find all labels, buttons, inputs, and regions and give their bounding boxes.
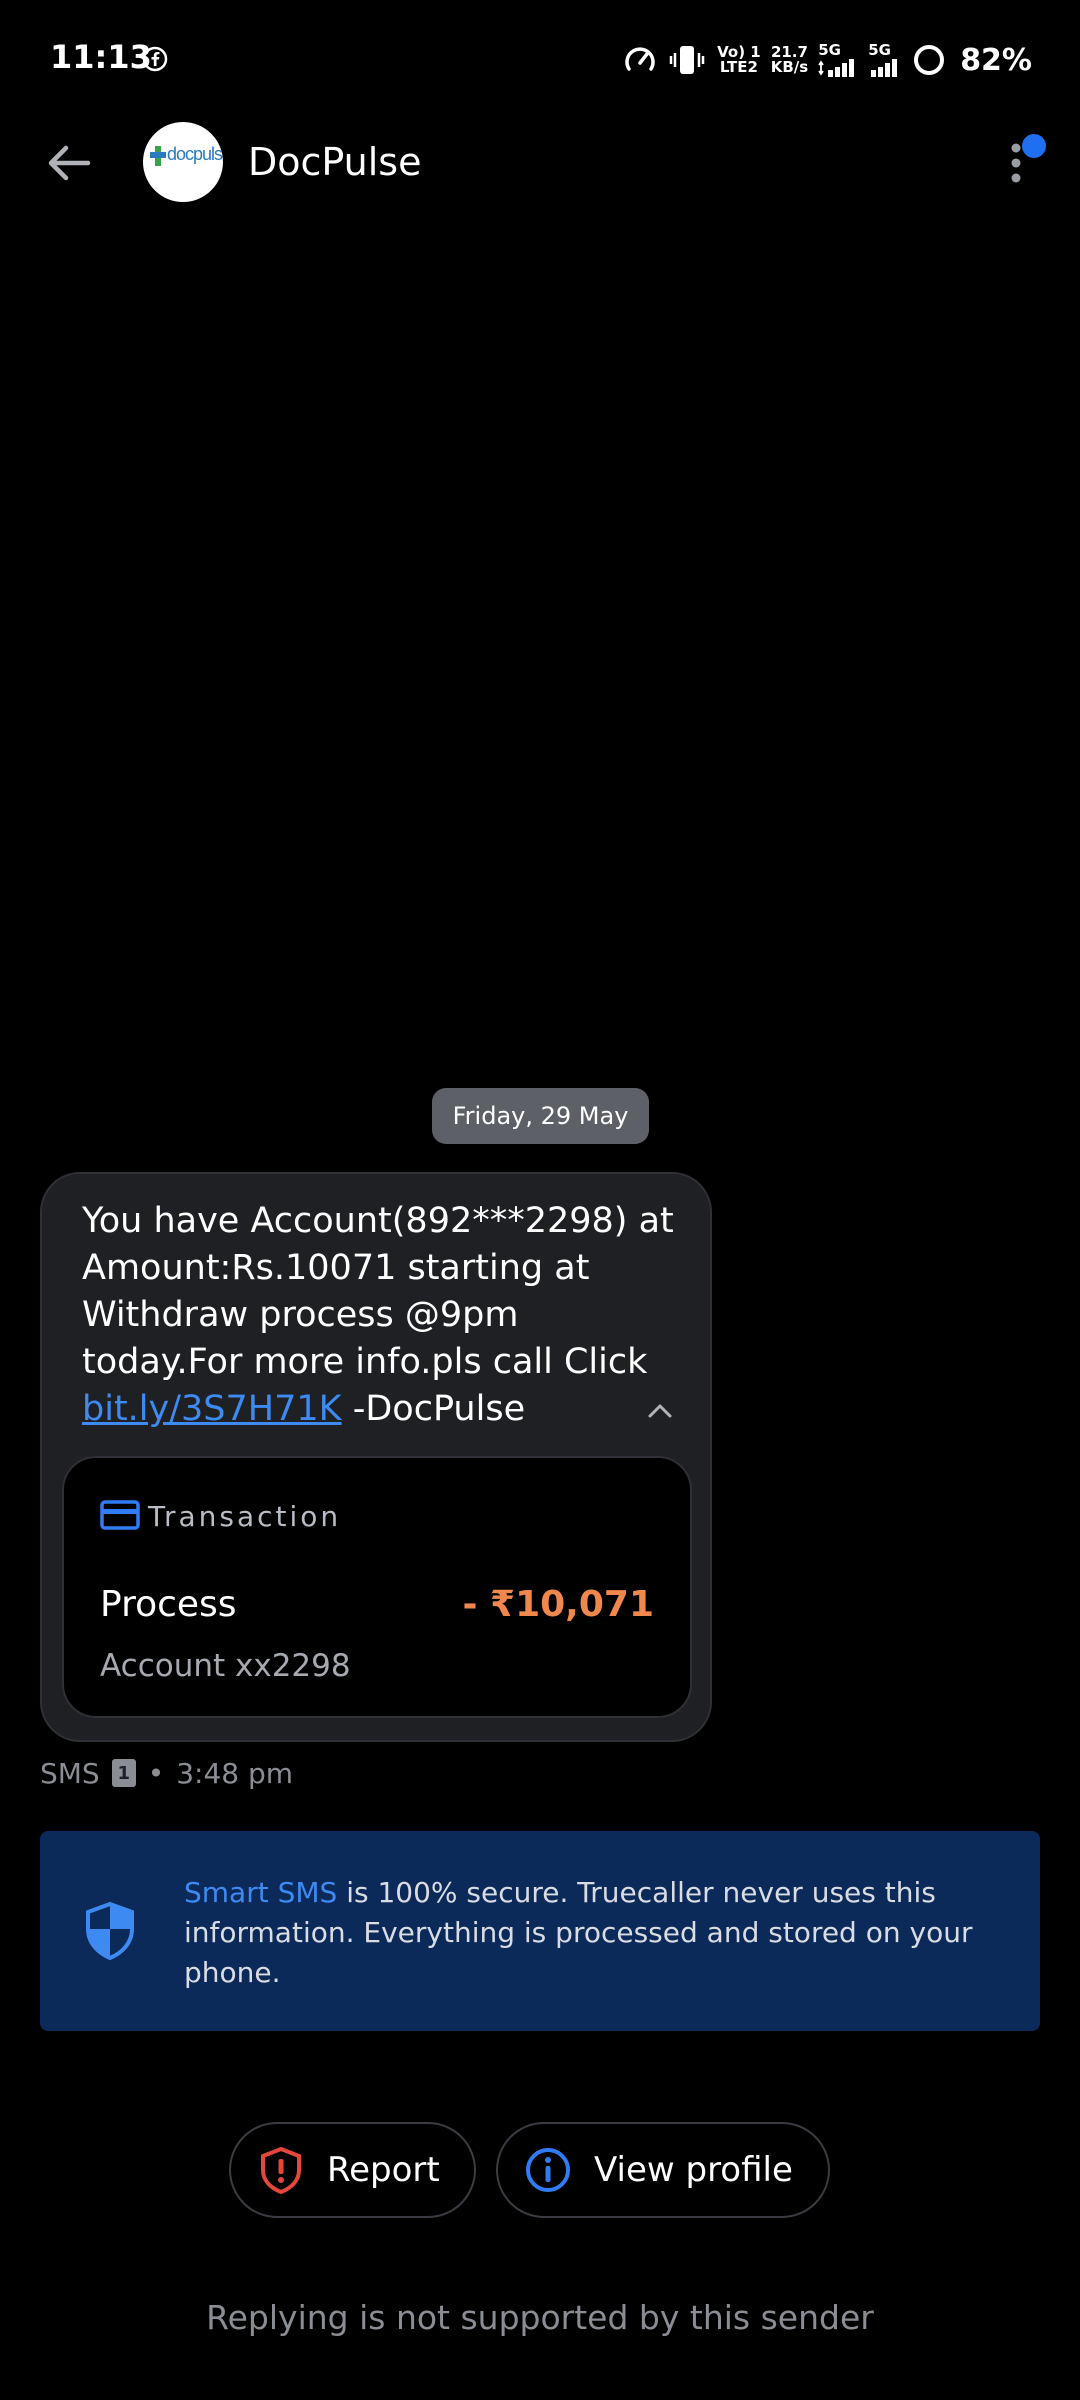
smart-sms-link[interactable]: Smart SMS (184, 1876, 337, 1909)
arrow-left-icon[interactable] (42, 138, 96, 188)
meta-separator: • (147, 1756, 165, 1790)
message-body: You have Account(892***2298) at Amount:R… (82, 1201, 674, 1382)
credit-card-icon (100, 1500, 140, 1530)
message-channel: SMS (40, 1756, 100, 1790)
smart-sms-text: Smart SMS is 100% secure. Truecaller nev… (184, 1873, 1014, 1993)
signal-bars-icon (871, 58, 898, 77)
sender-avatar[interactable]: docpulse (143, 122, 223, 202)
battery-percent: 82% (960, 42, 1032, 78)
sender-name[interactable]: DocPulse (248, 140, 421, 184)
volte-indicator: Vo) 1 LTE2 (717, 43, 761, 76)
message-link[interactable]: bit.ly/3S7H71K (82, 1389, 342, 1429)
transaction-label: Transaction (148, 1500, 342, 1533)
message-signature: -DocPulse (341, 1389, 526, 1429)
alert-shield-icon (261, 2146, 301, 2194)
status-time: 11:13 (50, 38, 152, 76)
chevron-up-icon[interactable] (646, 1400, 674, 1420)
report-label: Report (327, 2150, 440, 2190)
reply-unsupported-note: Replying is not supported by this sender (206, 2298, 874, 2337)
view-profile-label: View profile (594, 2150, 793, 2190)
transaction-title: Process (100, 1584, 237, 1625)
signal-sim2: 5G (868, 42, 902, 78)
transaction-amount: - ₹10,071 (462, 1584, 654, 1625)
notification-dot (1022, 134, 1046, 158)
transaction-card[interactable]: Transaction Process - ₹10,071 Account xx… (62, 1456, 692, 1718)
view-profile-button[interactable]: View profile (496, 2122, 830, 2218)
data-saver-icon (625, 47, 655, 71)
date-separator: Friday, 29 May (432, 1088, 649, 1144)
sim-badge: 1 (111, 1759, 136, 1787)
message-time: 3:48 pm (176, 1756, 294, 1790)
vibrate-icon (669, 46, 705, 74)
status-bar: 11:13 Vo) 1 LTE2 21.7 KB/s 5G 5G 82% (0, 0, 1080, 120)
status-indicators: Vo) 1 LTE2 21.7 KB/s 5G 5G 82% (623, 40, 1032, 80)
smart-sms-banner: Smart SMS is 100% secure. Truecaller nev… (40, 1831, 1040, 2031)
message-bubble[interactable]: You have Account(892***2298) at Amount:R… (40, 1172, 712, 1742)
battery-ring-icon (914, 45, 945, 75)
medical-cross-icon (150, 146, 166, 166)
message-text: You have Account(892***2298) at Amount:R… (82, 1198, 682, 1433)
facebook-notification-icon (142, 46, 168, 72)
signal-bars-icon (818, 58, 855, 77)
signal-sim1: 5G (818, 42, 858, 78)
message-meta: SMS 1 • 3:48 pm (40, 1755, 293, 1791)
shield-icon (86, 1901, 134, 1961)
info-circle-icon (526, 2148, 570, 2192)
transaction-account: Account xx2298 (100, 1648, 351, 1684)
avatar-logo-text: docpulse (167, 144, 223, 164)
network-speed: 21.7 KB/s (770, 43, 809, 76)
report-button[interactable]: Report (229, 2122, 476, 2218)
